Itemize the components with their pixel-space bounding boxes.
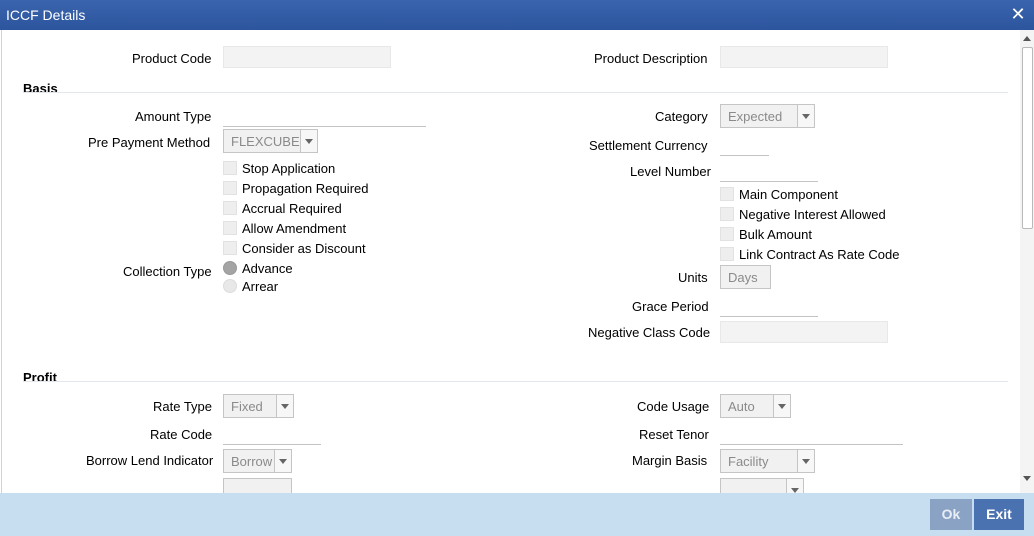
negative-interest-allowed-checkbox[interactable]: [720, 207, 734, 221]
category-value: Expected: [728, 109, 783, 124]
stop-application-label: Stop Application: [242, 161, 336, 176]
consider-as-discount-label: Consider as Discount: [242, 241, 366, 256]
collection-type-advance-label: Advance: [242, 261, 293, 276]
chevron-down-icon: [276, 395, 293, 417]
profit-divider: [23, 381, 1008, 382]
product-description-label: Product Description: [594, 51, 708, 66]
scroll-thumb[interactable]: [1022, 47, 1033, 229]
chevron-down-icon: [797, 105, 814, 127]
main-component-checkbox[interactable]: [720, 187, 734, 201]
collection-type-label: Collection Type: [123, 264, 212, 279]
chevron-down-icon: [274, 450, 291, 472]
vertical-scrollbar[interactable]: [1020, 30, 1034, 493]
product-code-label: Product Code: [132, 51, 212, 66]
borrow-lend-indicator-select[interactable]: Borrow: [223, 449, 292, 473]
units-label: Units: [678, 270, 708, 285]
grace-period-label: Grace Period: [632, 299, 709, 314]
code-usage-value: Auto: [728, 399, 755, 414]
consider-as-discount-checkbox[interactable]: [223, 241, 237, 255]
bulk-amount-label: Bulk Amount: [739, 227, 812, 242]
settlement-currency-label: Settlement Currency: [589, 138, 708, 153]
rate-type-select[interactable]: Fixed: [223, 394, 294, 418]
amount-type-field[interactable]: [223, 126, 426, 127]
window-title: ICCF Details: [6, 7, 86, 23]
link-contract-as-rate-code-checkbox[interactable]: [720, 247, 734, 261]
pre-payment-method-value: FLEXCUBE: [231, 134, 300, 149]
negative-class-code-label: Negative Class Code: [588, 325, 711, 340]
category-label: Category: [655, 109, 708, 124]
level-number-field[interactable]: [720, 181, 818, 182]
margin-basis-label: Margin Basis: [632, 453, 708, 468]
basis-divider: [23, 92, 1008, 93]
basis-section-title: Basis: [23, 81, 58, 96]
close-icon[interactable]: ✕: [1008, 4, 1028, 24]
amount-type-label: Amount Type: [135, 109, 212, 124]
margin-basis-value: Facility: [728, 454, 769, 469]
form-content: Product Code Product Description Basis A…: [1, 30, 1033, 493]
product-description-field[interactable]: [720, 46, 888, 68]
product-code-field[interactable]: [223, 46, 391, 68]
chevron-down-icon: [797, 450, 814, 472]
reset-tenor-label: Reset Tenor: [639, 427, 709, 442]
margin-basis-select[interactable]: Facility: [720, 449, 815, 473]
collection-type-advance-radio[interactable]: [223, 261, 237, 275]
scroll-down-icon[interactable]: [1023, 476, 1031, 481]
main-component-label: Main Component: [739, 187, 838, 202]
allow-amendment-label: Allow Amendment: [242, 221, 347, 236]
chevron-down-icon: [300, 130, 317, 152]
chevron-down-icon: [773, 395, 790, 417]
category-select[interactable]: Expected: [720, 104, 815, 128]
title-bar: ICCF Details ✕: [0, 0, 1034, 30]
negative-interest-allowed-label: Negative Interest Allowed: [739, 207, 886, 222]
stop-application-checkbox[interactable]: [223, 161, 237, 175]
settlement-currency-field[interactable]: [720, 155, 769, 156]
negative-class-code-field[interactable]: [720, 321, 888, 343]
partial-select-right[interactable]: [720, 478, 804, 493]
ok-button[interactable]: Ok: [930, 499, 972, 530]
rate-type-value: Fixed: [231, 399, 263, 414]
pre-payment-method-label: Pre Payment Method: [88, 135, 211, 150]
link-contract-as-rate-code-label: Link Contract As Rate Code: [739, 247, 900, 262]
profit-section-title: Profit: [23, 370, 57, 385]
borrow-lend-indicator-label: Borrow Lend Indicator: [86, 453, 214, 468]
exit-button[interactable]: Exit: [974, 499, 1024, 530]
rate-code-field[interactable]: [223, 444, 321, 445]
rate-code-label: Rate Code: [150, 427, 213, 442]
code-usage-select[interactable]: Auto: [720, 394, 791, 418]
footer-bar: Ok Exit: [0, 493, 1034, 536]
borrow-lend-indicator-value: Borrow: [231, 454, 273, 469]
propagation-required-label: Propagation Required: [242, 181, 369, 196]
accrual-required-checkbox[interactable]: [223, 201, 237, 215]
reset-tenor-field[interactable]: [720, 444, 903, 445]
scroll-up-icon[interactable]: [1023, 36, 1031, 41]
chevron-down-icon: [786, 479, 803, 493]
allow-amendment-checkbox[interactable]: [223, 221, 237, 235]
partial-select-left[interactable]: [223, 478, 292, 493]
rate-type-label: Rate Type: [153, 399, 213, 414]
accrual-required-label: Accrual Required: [242, 201, 342, 216]
level-number-label: Level Number: [630, 164, 711, 179]
pre-payment-method-select[interactable]: FLEXCUBE: [223, 129, 318, 153]
units-field[interactable]: Days: [720, 265, 771, 289]
grace-period-field[interactable]: [720, 316, 818, 317]
collection-type-arrear-label: Arrear: [242, 279, 279, 294]
propagation-required-checkbox[interactable]: [223, 181, 237, 195]
bulk-amount-checkbox[interactable]: [720, 227, 734, 241]
collection-type-arrear-radio[interactable]: [223, 279, 237, 293]
code-usage-label: Code Usage: [637, 399, 710, 414]
units-value: Days: [728, 270, 758, 285]
